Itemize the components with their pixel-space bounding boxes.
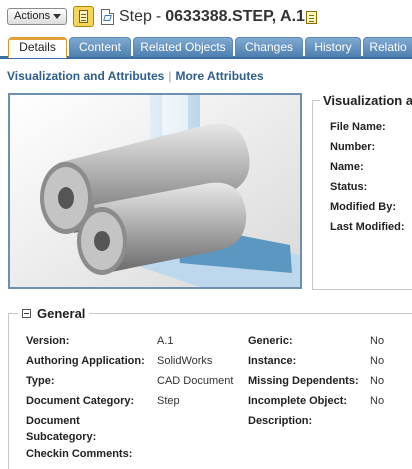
notepad-icon [79,10,88,23]
title-separator: - [155,8,162,25]
chevron-down-icon [53,14,61,19]
document-category-label: Document Category: [26,395,135,407]
document-subcategory-label-line2: Subcategory: [26,431,97,443]
file-name-label: File Name: [330,121,386,133]
version-label: Version: [26,335,70,347]
document-icon [101,9,114,25]
checkin-comments-label: Checkin Comments: [26,448,133,460]
tab-details[interactable]: Details [8,37,67,58]
document-subcategory-label-line1: Document [26,415,80,427]
visualization-thumbnail[interactable] [8,93,302,289]
page-title: Step -0633388.STEP, A.1 [119,8,305,26]
collapse-icon[interactable] [22,309,31,318]
tab-content[interactable]: Content [69,37,131,57]
tab-relationships[interactable]: Relatio [363,37,412,57]
missing-dependents-value: No [370,375,385,387]
tab-history[interactable]: History [305,37,361,57]
visualization-attributes-title: Visualization a [320,93,412,108]
general-title: General [37,306,86,321]
sub-navigation: Visualization and Attributes | More Attrib… [7,69,264,83]
generic-label: Generic: [248,335,293,347]
incomplete-object-value: No [370,395,385,407]
authoring-application-value: SolidWorks [157,355,213,367]
notes-button[interactable] [73,6,94,27]
title-object-number: 0633388.STEP, A.1 [165,8,305,25]
incomplete-object-label: Incomplete Object: [248,395,348,407]
visualization-attributes-link[interactable]: Visualization and Attributes [7,69,164,83]
actions-menu-button[interactable]: Actions [7,8,67,25]
description-label: Description: [248,415,313,427]
number-label: Number: [330,141,376,153]
tab-bar: Details Content Related Objects Changes … [0,37,412,59]
actions-label: Actions [14,10,51,22]
modified-by-label: Modified By: [330,201,396,213]
type-value: CAD Document [157,375,234,387]
authoring-application-label: Authoring Application: [26,355,145,367]
instance-label: Instance: [248,355,297,367]
rollers-illustration [10,95,300,287]
type-label: Type: [26,375,55,387]
tab-changes[interactable]: Changes [235,37,303,57]
instance-value: No [370,355,385,367]
tab-related-objects[interactable]: Related Objects [133,37,233,57]
missing-dependents-label: Missing Dependents: [248,375,359,387]
version-value: A.1 [157,335,174,347]
name-label: Name: [330,161,364,173]
generic-value: No [370,335,385,347]
page-header: Actions Step -0633388.STEP, A.1 [0,0,412,36]
title-object-type: Step [119,8,152,25]
subnav-separator: | [168,69,172,83]
note-icon[interactable] [306,11,317,24]
more-attributes-link[interactable]: More Attributes [175,69,263,83]
status-label: Status: [330,181,368,193]
last-modified-label: Last Modified: [330,221,405,233]
general-section-header[interactable]: General [18,306,90,321]
document-category-value: Step [157,395,180,407]
